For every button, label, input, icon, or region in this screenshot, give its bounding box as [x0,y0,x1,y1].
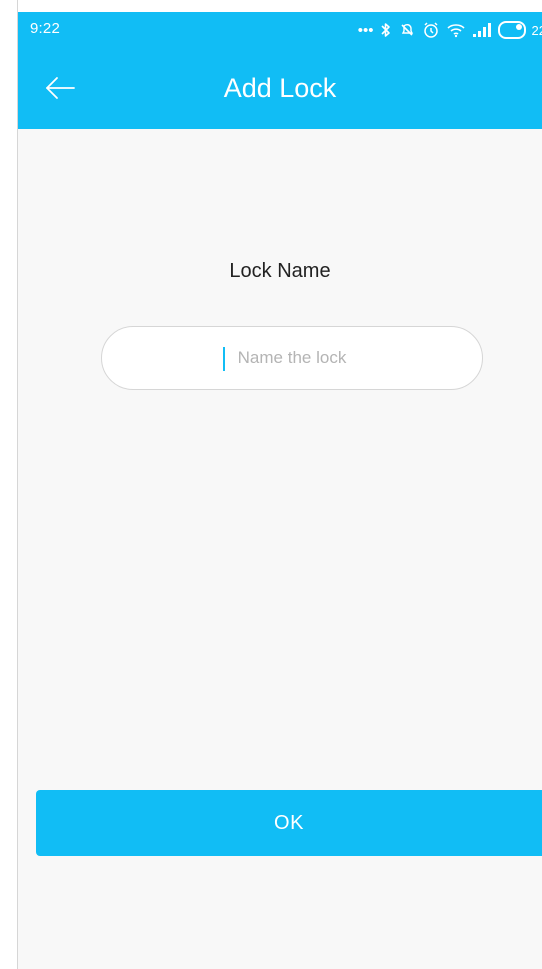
text-cursor [223,347,225,371]
alarm-icon [422,21,440,39]
status-icons: ••• 2 [358,18,542,42]
lock-name-label: Lock Name [229,260,331,282]
left-edge [0,0,18,969]
lock-name-input[interactable] [102,327,482,389]
nav-bar: Add Lock [18,52,542,129]
bluetooth-icon [380,21,392,39]
battery-icon [497,21,526,39]
status-bar: 9:22 ••• 2 [18,12,542,52]
wifi-icon [446,21,466,39]
lock-name-field[interactable] [101,326,483,390]
more-dots-icon: ••• [357,21,374,39]
no-alarm-icon [398,21,416,39]
screen: 9:22 ••• 2 Add Lock Lock Name Name the l… [0,0,542,969]
ok-button[interactable]: OK [36,790,542,856]
app-window: 9:22 ••• 2 Add Lock Lock Name Name the l… [18,12,542,969]
signal-icon [472,21,492,39]
page-title: Add Lock [223,73,337,103]
battery-level: 22 [531,22,542,38]
app-header: 9:22 ••• 2 Add Lock [18,12,542,129]
status-time: 9:22 [30,20,60,37]
